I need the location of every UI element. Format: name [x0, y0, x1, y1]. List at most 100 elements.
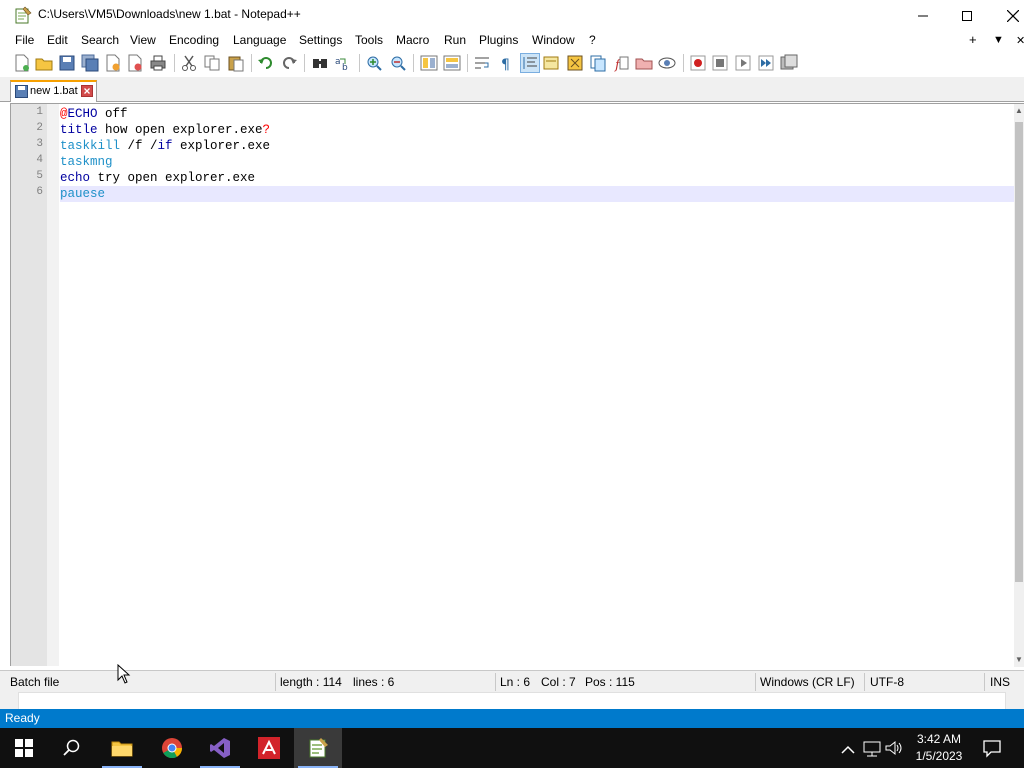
- tab-new-1-bat[interactable]: new 1.bat: [10, 80, 97, 102]
- menu-macro[interactable]: Macro: [396, 33, 429, 47]
- amd-icon: [258, 737, 280, 759]
- saved-file-icon: [15, 85, 28, 98]
- code-token: /f /: [120, 139, 158, 153]
- monitoring-icon[interactable]: [658, 54, 676, 72]
- menu-help[interactable]: ?: [589, 33, 596, 47]
- notepadpp-app-icon: [15, 6, 32, 24]
- close-button[interactable]: [990, 0, 1024, 31]
- menu-file[interactable]: File: [15, 33, 34, 47]
- menu-language[interactable]: Language: [233, 33, 286, 47]
- code-line[interactable]: taskmng: [60, 154, 1014, 170]
- code-line[interactable]: echo try open explorer.exe: [60, 170, 1014, 186]
- code-line[interactable]: @ECHO off: [60, 106, 1014, 122]
- notifications-icon[interactable]: [982, 738, 1002, 758]
- cut-icon[interactable]: [180, 54, 198, 72]
- menu-edit[interactable]: Edit: [47, 33, 68, 47]
- new-tab-plus-button[interactable]: +: [969, 32, 977, 47]
- play-macro-icon[interactable]: [734, 54, 752, 72]
- menu-plugins[interactable]: Plugins: [479, 33, 518, 47]
- status-eol[interactable]: Windows (CR LF): [760, 675, 855, 689]
- fold-margin[interactable]: [47, 104, 59, 666]
- toolbar-separator: [467, 54, 468, 72]
- amd-software-taskbar-button[interactable]: [245, 728, 293, 768]
- menu-tools[interactable]: Tools: [355, 33, 383, 47]
- menu-run[interactable]: Run: [444, 33, 466, 47]
- code-token: if: [157, 139, 173, 153]
- stop-macro-icon[interactable]: [711, 54, 729, 72]
- zoom-out-icon[interactable]: [389, 54, 407, 72]
- code-token: try open explorer.exe: [90, 171, 256, 185]
- file-explorer-taskbar-button[interactable]: [98, 728, 146, 768]
- visual-studio-status-bar: Ready: [0, 709, 1024, 728]
- word-wrap-icon[interactable]: [473, 54, 491, 72]
- paste-icon[interactable]: [227, 54, 245, 72]
- taskbar-clock[interactable]: 3:42 AM 1/5/2023: [904, 731, 974, 765]
- volume-icon[interactable]: [884, 738, 904, 758]
- run-macro-multiple-icon[interactable]: [757, 54, 775, 72]
- menu-encoding[interactable]: Encoding: [169, 33, 219, 47]
- notepadpp-taskbar-button[interactable]: [294, 728, 342, 768]
- toolbar-separator: [304, 54, 305, 72]
- new-file-icon[interactable]: [13, 54, 31, 72]
- undo-icon[interactable]: [257, 54, 275, 72]
- visual-studio-taskbar-button[interactable]: [196, 728, 244, 768]
- scroll-up-icon[interactable]: ▲: [1014, 106, 1024, 116]
- indent-guide-icon[interactable]: [520, 53, 540, 73]
- code-line[interactable]: taskkill /f /if explorer.exe: [60, 138, 1014, 154]
- zoom-in-icon[interactable]: [365, 54, 383, 72]
- menu-window[interactable]: Window: [532, 33, 575, 47]
- search-button[interactable]: [48, 728, 96, 768]
- status-insert-mode[interactable]: INS: [990, 675, 1010, 689]
- menu-view[interactable]: View: [130, 33, 156, 47]
- scrollbar-thumb[interactable]: [1015, 122, 1023, 582]
- document-list-icon[interactable]: [589, 54, 607, 72]
- maximize-button[interactable]: [944, 0, 990, 31]
- tab-close-icon[interactable]: [81, 85, 93, 97]
- ready-status: Ready: [5, 711, 40, 725]
- minimize-icon: [918, 15, 928, 16]
- status-ln: Ln : 6: [500, 675, 531, 689]
- redo-icon[interactable]: [280, 54, 298, 72]
- start-button[interactable]: [0, 728, 48, 768]
- status-encoding[interactable]: UTF-8: [870, 675, 904, 689]
- folder-as-workspace-icon[interactable]: [635, 54, 653, 72]
- print-icon[interactable]: [149, 54, 167, 72]
- function-list-icon[interactable]: f: [612, 54, 630, 72]
- toolbar-separator: [683, 54, 684, 72]
- document-map-icon[interactable]: [566, 54, 584, 72]
- code-token: explorer.exe: [172, 139, 271, 153]
- visual-studio-icon: [210, 738, 230, 758]
- minimize-button[interactable]: [900, 0, 946, 31]
- save-all-icon[interactable]: [81, 54, 99, 72]
- menu-settings[interactable]: Settings: [299, 33, 342, 47]
- find-icon[interactable]: [311, 54, 329, 72]
- show-hidden-icons-chevron-icon[interactable]: [838, 740, 858, 760]
- menu-search[interactable]: Search: [81, 33, 119, 47]
- close-file-icon[interactable]: [104, 54, 122, 72]
- background-window-strip: [0, 692, 1024, 710]
- status-divider: [495, 673, 496, 691]
- sync-horizontal-icon[interactable]: [443, 54, 461, 72]
- record-macro-icon[interactable]: [689, 54, 707, 72]
- close-tab-button[interactable]: ✕: [1016, 34, 1024, 47]
- svg-text:a: a: [335, 57, 341, 67]
- vertical-scrollbar[interactable]: ▲ ▼: [1014, 104, 1024, 667]
- copy-icon[interactable]: [203, 54, 221, 72]
- tab-list-dropdown-button[interactable]: ▼: [993, 34, 1004, 46]
- network-icon[interactable]: [862, 738, 882, 758]
- chrome-taskbar-button[interactable]: [148, 728, 196, 768]
- save-icon[interactable]: [58, 54, 76, 72]
- close-all-icon[interactable]: [126, 54, 144, 72]
- replace-icon[interactable]: ab: [334, 54, 352, 72]
- status-divider: [275, 673, 276, 691]
- open-file-icon[interactable]: [35, 54, 53, 72]
- scroll-down-icon[interactable]: ▼: [1014, 655, 1024, 665]
- show-all-characters-icon[interactable]: ¶: [497, 54, 515, 72]
- save-macro-icon[interactable]: [780, 54, 798, 72]
- code-line[interactable]: pauese: [60, 186, 1014, 202]
- code-token: echo: [60, 171, 91, 185]
- user-defined-language-icon[interactable]: [542, 54, 560, 72]
- code-line[interactable]: title how open explorer.exe?: [60, 122, 1014, 138]
- code-editor[interactable]: 1 2 3 4 5 6 @ECHO off title how open expl…: [10, 103, 1024, 667]
- sync-vertical-icon[interactable]: [420, 54, 438, 72]
